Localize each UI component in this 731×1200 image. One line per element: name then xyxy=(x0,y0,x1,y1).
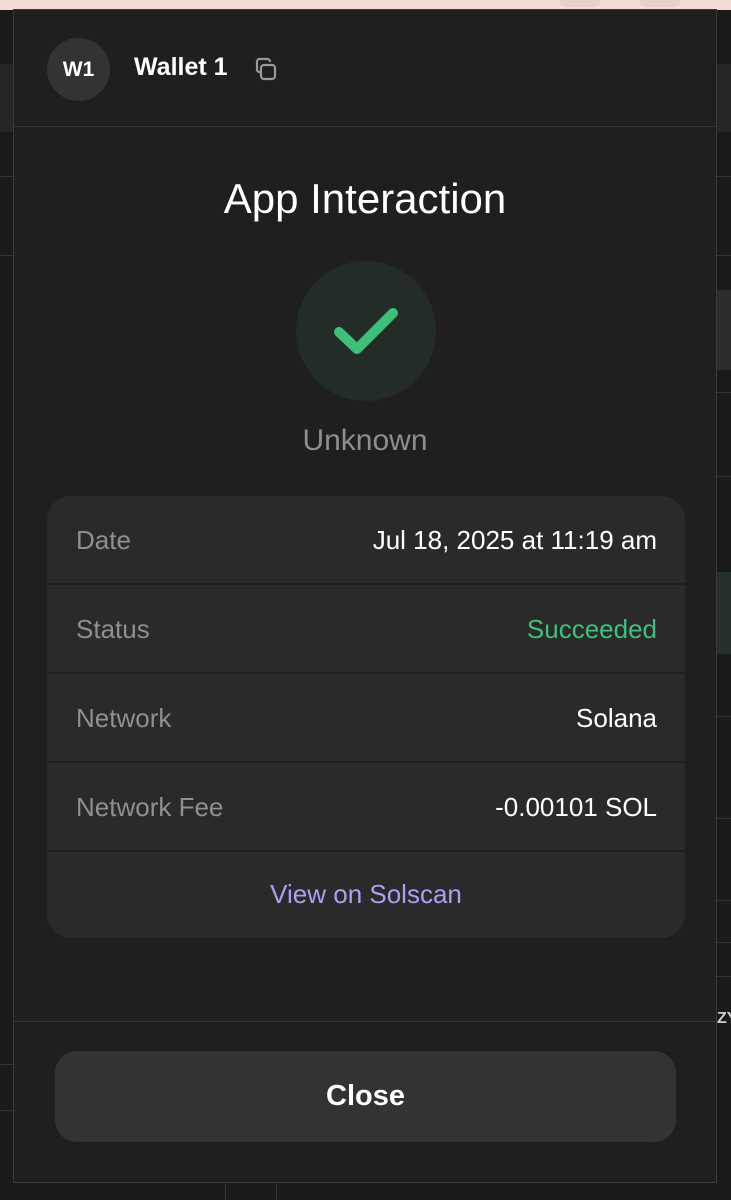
view-on-solscan-link[interactable]: View on Solscan xyxy=(47,852,685,936)
wallet-name[interactable]: Wallet 1 xyxy=(134,53,228,82)
transaction-details-popup: W1 Wallet 1 App Interaction Unknown Date… xyxy=(13,9,717,1183)
date-value: Jul 18, 2025 at 11:19 am xyxy=(372,525,657,555)
detail-row-date: Date Jul 18, 2025 at 11:19 am xyxy=(47,496,685,585)
details-card: Date Jul 18, 2025 at 11:19 am Status Suc… xyxy=(47,496,685,938)
network-label: Network xyxy=(76,703,172,733)
status-indicator xyxy=(296,261,436,401)
page-title: App Interaction xyxy=(223,175,507,222)
detail-row-status: Status Succeeded xyxy=(47,585,685,674)
detail-row-network-fee: Network Fee -0.00101 SOL xyxy=(47,763,685,852)
background-glyph: ZY xyxy=(717,1010,731,1027)
view-on-solscan-label: View on Solscan xyxy=(270,878,462,909)
avatar-initials: W1 xyxy=(62,57,95,81)
app-name: Unknown xyxy=(302,424,428,457)
detail-row-network: Network Solana xyxy=(47,674,685,763)
wallet-avatar[interactable]: W1 xyxy=(47,38,110,101)
close-button[interactable]: Close xyxy=(55,1051,676,1142)
status-value: Succeeded xyxy=(526,614,657,644)
network-fee-label: Network Fee xyxy=(76,792,224,822)
popup-footer: Close xyxy=(14,1021,716,1182)
network-value: Solana xyxy=(576,703,657,733)
status-label: Status xyxy=(76,614,150,644)
date-label: Date xyxy=(76,525,131,555)
popup-header: W1 Wallet 1 xyxy=(14,10,716,127)
checkmark-icon xyxy=(334,308,398,354)
copy-icon[interactable] xyxy=(252,56,280,84)
network-fee-value: -0.00101 SOL xyxy=(495,792,657,822)
